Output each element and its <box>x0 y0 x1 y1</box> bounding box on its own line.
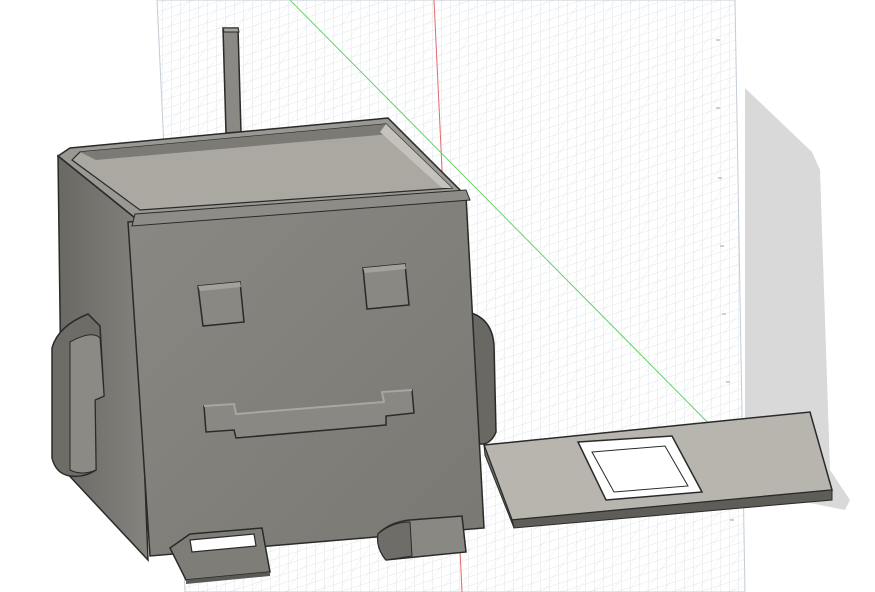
eye-left[interactable] <box>197 281 245 327</box>
cad-viewport[interactable] <box>0 0 875 592</box>
robot-pencil-holder-body[interactable] <box>56 117 485 562</box>
eye-right[interactable] <box>362 263 410 310</box>
3d-scene[interactable] <box>0 0 875 592</box>
arm-left[interactable] <box>51 313 105 478</box>
antenna[interactable] <box>222 27 242 134</box>
